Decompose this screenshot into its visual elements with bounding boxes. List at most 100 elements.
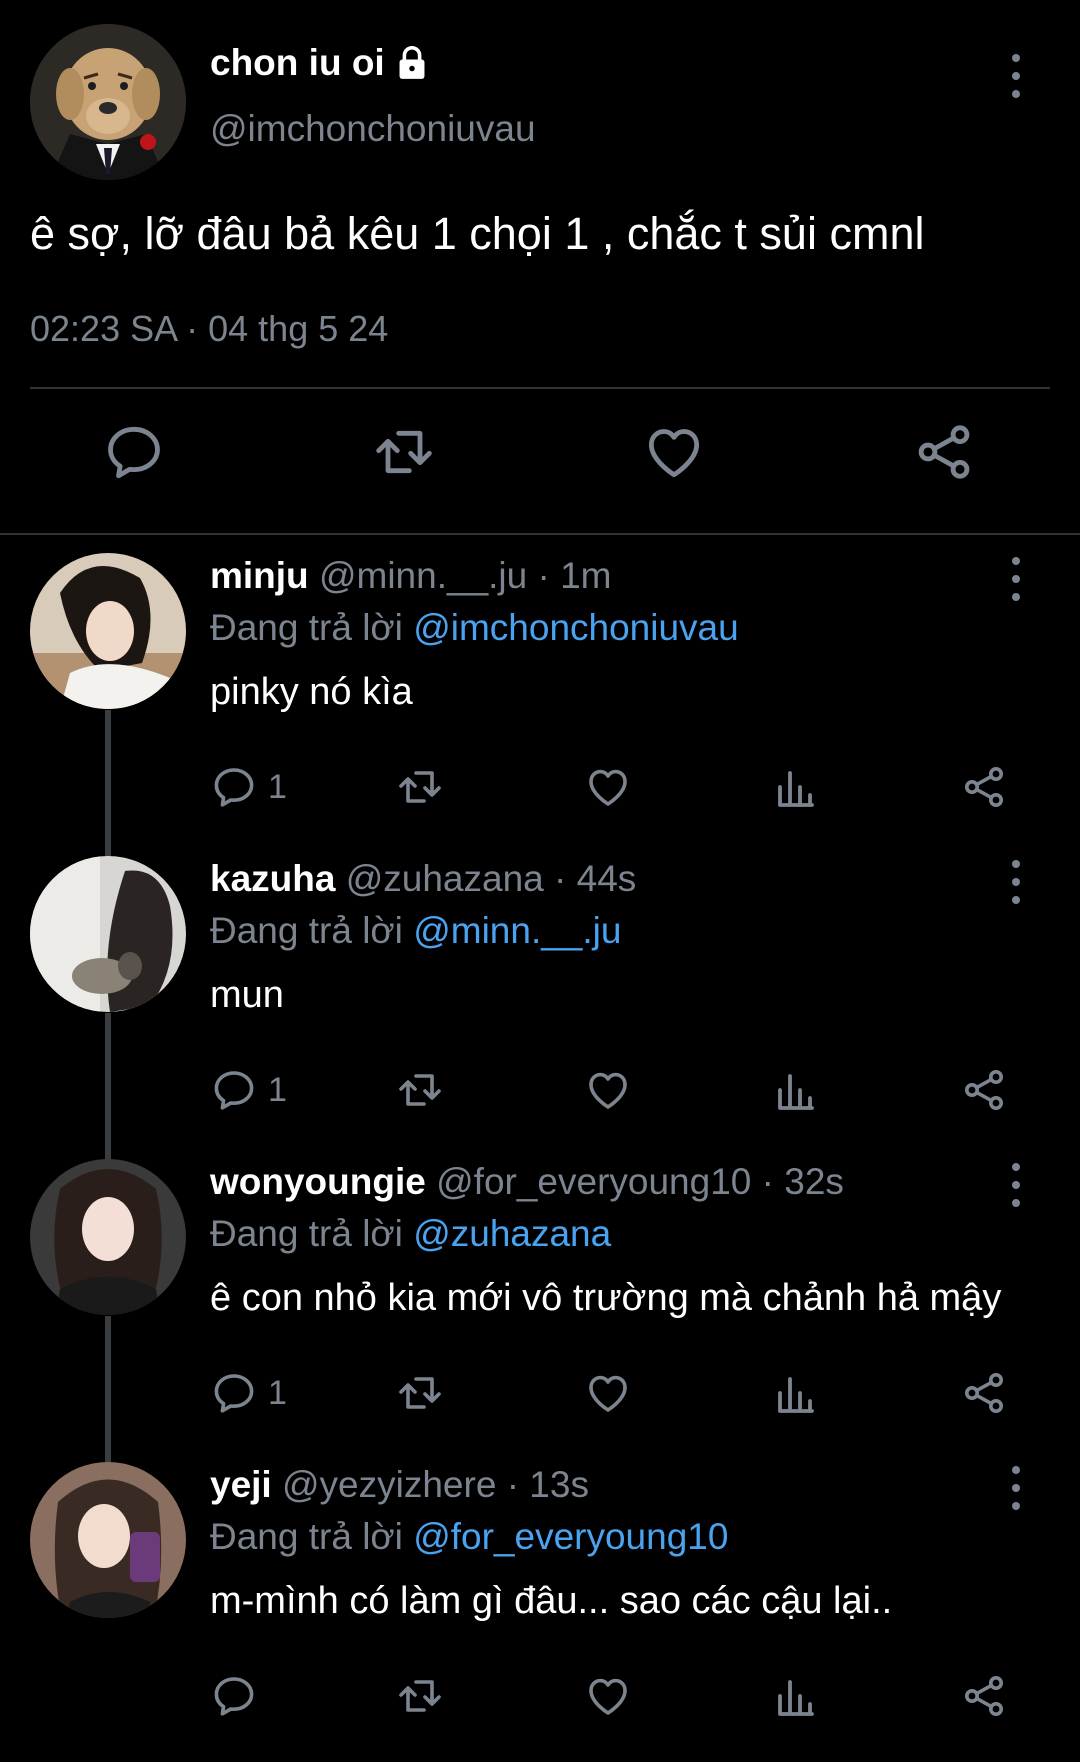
author-name[interactable]: kazuha [210, 858, 335, 899]
replying-prefix: Đang trả lời [210, 607, 403, 648]
retweet-button[interactable] [372, 420, 436, 484]
mention-link[interactable]: @imchonchoniuvau [413, 607, 739, 648]
stats-icon [772, 1672, 820, 1720]
reply-header: kazuha @zuhazana · 44s [210, 858, 636, 900]
author-name[interactable]: wonyoungie [210, 1161, 426, 1202]
avatar[interactable] [30, 1159, 186, 1315]
share-button[interactable] [912, 420, 976, 484]
retweet-button[interactable] [396, 1365, 444, 1421]
author-name[interactable]: minju [210, 555, 309, 596]
share-icon [960, 1672, 1008, 1720]
reply-button[interactable]: 1 [210, 1062, 287, 1118]
lock-icon [399, 46, 425, 79]
share-icon [960, 1369, 1008, 1417]
share-button[interactable] [960, 1365, 1008, 1421]
retweet-button[interactable] [396, 1062, 444, 1118]
reply-tweet[interactable]: wonyoungie @for_everyoung10 · 32s Đang t… [0, 1159, 1080, 1459]
replying-prefix: Đang trả lời [210, 910, 403, 951]
share-button[interactable] [960, 1062, 1008, 1118]
reply-button[interactable] [102, 420, 166, 484]
stats-icon [772, 763, 820, 811]
like-icon [584, 1066, 632, 1114]
reply-tweet[interactable]: yeji @yezyizhere · 13s Đang trả lời @for… [0, 1462, 1080, 1762]
reply-actions [210, 1668, 1010, 1728]
mention-link[interactable]: @minn.__.ju [413, 910, 621, 951]
retweet-icon [396, 1672, 444, 1720]
reply-text: ê con nhỏ kia mới vô trường mà chảnh hả … [210, 1277, 1002, 1319]
reply-icon [210, 1672, 258, 1720]
reply-button[interactable]: 1 [210, 1365, 287, 1421]
replying-to: Đang trả lời @minn.__.ju [210, 910, 621, 952]
views-button[interactable] [772, 759, 820, 815]
like-button[interactable] [584, 759, 632, 815]
views-button[interactable] [772, 1668, 820, 1724]
avatar-image [30, 553, 186, 709]
author-handle[interactable]: @imchonchoniuvau [210, 108, 536, 150]
author-name[interactable]: yeji [210, 1464, 272, 1505]
replying-prefix: Đang trả lời [210, 1213, 403, 1254]
tweet-actions [0, 420, 1080, 500]
reply-icon [210, 1369, 258, 1417]
reply-button[interactable]: 1 [210, 759, 287, 815]
share-icon [960, 763, 1008, 811]
reply-header: wonyoungie @for_everyoung10 · 32s [210, 1161, 844, 1203]
share-icon [960, 1066, 1008, 1114]
avatar-image [30, 856, 186, 1012]
share-button[interactable] [960, 759, 1008, 815]
avatar[interactable] [30, 24, 186, 180]
divider [0, 533, 1080, 535]
tweet-timestamp[interactable]: 02:23 SA · 04 thg 5 24 [30, 308, 388, 350]
views-button[interactable] [772, 1365, 820, 1421]
replying-to: Đang trả lời @for_everyoung10 [210, 1516, 728, 1558]
reply-icon [102, 420, 166, 484]
avatar-image [30, 1159, 186, 1315]
more-options-icon[interactable] [1008, 1163, 1024, 1207]
author-meta: @minn.__.ju · 1m [318, 555, 612, 596]
like-button[interactable] [642, 420, 706, 484]
avatar[interactable] [30, 856, 186, 1012]
reply-tweet[interactable]: kazuha @zuhazana · 44s Đang trả lời @min… [0, 856, 1080, 1156]
share-icon [912, 420, 976, 484]
divider [30, 387, 1050, 389]
like-icon [584, 1369, 632, 1417]
like-button[interactable] [584, 1062, 632, 1118]
retweet-button[interactable] [396, 759, 444, 815]
reply-icon [210, 763, 258, 811]
retweet-icon [372, 420, 436, 484]
views-button[interactable] [772, 1062, 820, 1118]
avatar[interactable] [30, 553, 186, 709]
more-options-icon[interactable] [1008, 54, 1024, 98]
avatar-image [30, 1462, 186, 1618]
reply-icon [210, 1066, 258, 1114]
more-options-icon[interactable] [1008, 557, 1024, 601]
reply-count: 1 [268, 1373, 287, 1412]
like-button[interactable] [584, 1365, 632, 1421]
retweet-button[interactable] [396, 1668, 444, 1724]
tweet-text: ê sợ, lỡ đâu bả kêu 1 chọi 1 , chắc t sủ… [30, 208, 925, 259]
like-icon [584, 1672, 632, 1720]
reply-tweet[interactable]: minju @minn.__.ju · 1m Đang trả lời @imc… [0, 553, 1080, 853]
reply-header: minju @minn.__.ju · 1m [210, 555, 612, 597]
reply-text: mun [210, 974, 284, 1016]
author-meta: @zuhazana · 44s [345, 858, 637, 899]
stats-icon [772, 1369, 820, 1417]
retweet-icon [396, 1369, 444, 1417]
author-name[interactable]: chon iu oi [210, 42, 429, 84]
mention-link[interactable]: @zuhazana [413, 1213, 611, 1254]
reply-header: yeji @yezyizhere · 13s [210, 1464, 589, 1506]
reply-actions: 1 [210, 1365, 1010, 1425]
reply-count: 1 [268, 1070, 287, 1109]
retweet-icon [396, 763, 444, 811]
share-button[interactable] [960, 1668, 1008, 1724]
dog-avatar-image [30, 24, 186, 180]
more-options-icon[interactable] [1008, 1466, 1024, 1510]
replying-to: Đang trả lời @zuhazana [210, 1213, 611, 1255]
replying-prefix: Đang trả lời [210, 1516, 403, 1557]
reply-button[interactable] [210, 1668, 268, 1724]
mention-link[interactable]: @for_everyoung10 [413, 1516, 728, 1557]
like-button[interactable] [584, 1668, 632, 1724]
avatar[interactable] [30, 1462, 186, 1618]
author-name-text: chon iu oi [210, 42, 385, 83]
more-options-icon[interactable] [1008, 860, 1024, 904]
like-icon [642, 420, 706, 484]
